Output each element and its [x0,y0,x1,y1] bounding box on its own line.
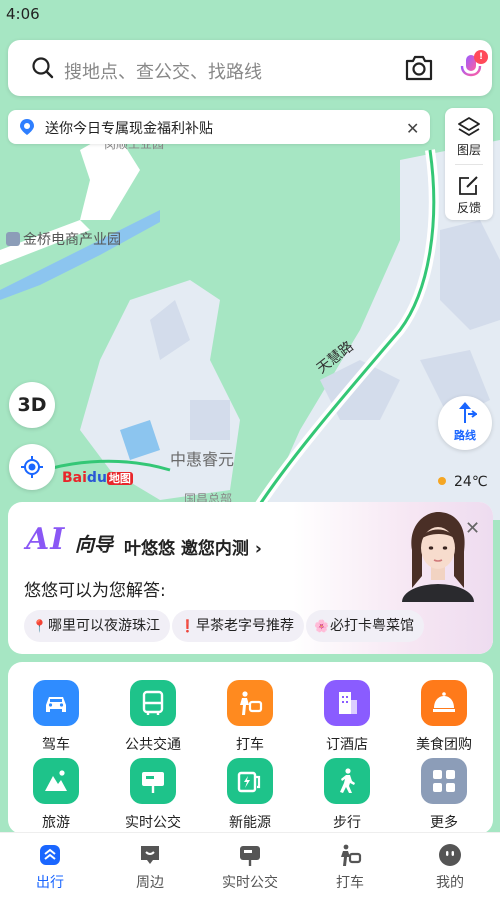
bottom-nav: 出行 周边 实时公交 打车 我的 [0,832,500,897]
ai-question-chip[interactable]: ❗ 早茶老字号推荐 [172,610,304,642]
car-icon [33,680,79,726]
service-walk[interactable]: 步行 [302,758,392,838]
status-time: 4:06 [6,5,40,23]
feedback-button[interactable]: 反馈 [445,166,493,220]
service-hotel[interactable]: 订酒店 [302,680,392,760]
hotel-icon [324,680,370,726]
feedback-edit-icon [459,176,478,195]
camera-icon[interactable] [404,55,434,81]
3d-toggle-button[interactable]: 3D [9,382,55,428]
service-more[interactable]: 更多 [399,758,489,838]
services-grid: 驾车 公共交通 打车 订酒店 美食团购 旅游 实时公交 新能源 步行 更多 [8,662,493,834]
ai-logo: AI [26,522,66,557]
pin-icon: 📍 [32,619,47,633]
profile-icon [439,844,461,866]
service-food-deals[interactable]: 美食团购 [399,680,489,760]
baidu-map-logo: Baidu 地图 [62,470,133,486]
nav-tab-realtime-bus[interactable]: 实时公交 [200,833,300,897]
ai-subtitle: 悠悠可以为您解答: [24,581,166,601]
poi-label-community[interactable]: 中惠睿元 [170,446,234,470]
travel-icon [33,758,79,804]
search-bar[interactable]: 搜地点、查公交、找路线 [8,40,492,96]
route-button[interactable]: 路线 [438,396,492,450]
weather-badge[interactable]: 24℃ [438,474,488,490]
layers-button[interactable]: 图层 [445,108,493,162]
ai-invite-link[interactable]: 叶悠悠 邀您内测 › [124,534,262,559]
locate-button[interactable] [9,444,55,490]
nearby-icon [141,846,159,864]
mic-badge: ! [474,50,488,64]
search-icon [32,57,54,79]
nav-tab-taxi[interactable]: 打车 [300,833,400,897]
location-pin-icon [20,119,34,135]
ev-icon [227,758,273,804]
ai-card-close-icon[interactable]: ✕ [465,518,480,539]
realtime-bus-tab-icon [240,846,260,866]
taxi-tab-icon [341,844,362,866]
service-realtime-bus[interactable]: 实时公交 [108,758,198,838]
service-travel[interactable]: 旅游 [11,758,101,838]
realtime-bus-icon [130,758,176,804]
close-icon[interactable]: ✕ [406,119,419,138]
service-new-energy[interactable]: 新能源 [205,758,295,838]
service-taxi[interactable]: 打车 [205,680,295,760]
service-public-transit[interactable]: 公共交通 [108,680,198,760]
taxi-icon [227,680,273,726]
feedback-label: 反馈 [456,201,481,215]
divider [455,164,483,165]
walk-icon [324,758,370,804]
route-label: 路线 [454,429,476,442]
ai-question-chip[interactable]: 🌸 必打卡粤菜馆 [306,610,424,642]
ai-question-chip[interactable]: 📍 哪里可以夜游珠江 [24,610,170,642]
promo-banner[interactable]: 送你今日专属现金福利补贴 ✕ [8,110,430,144]
layers-label: 图层 [456,143,481,157]
route-arrow-icon [459,402,477,423]
more-icon [421,758,467,804]
locate-icon [21,456,43,478]
poi-label-park[interactable]: 金桥电商产业园 [6,229,121,249]
search-input[interactable]: 搜地点、查公交、找路线 [64,58,262,84]
sun-icon [438,477,446,485]
nav-tab-travel[interactable]: 出行 [0,833,100,897]
map-side-panel: 图层 反馈 [445,108,493,220]
promo-text: 送你今日专属现金福利补贴 [45,121,213,137]
nav-tab-nearby[interactable]: 周边 [100,833,200,897]
food-icon [421,680,467,726]
bus-icon [130,680,176,726]
exclamation-icon: ❗ [180,619,195,633]
flower-icon: 🌸 [314,619,329,633]
ai-guide-title: 向导 [75,534,114,556]
layers-icon [458,117,480,136]
travel-tab-icon [40,845,60,865]
service-drive[interactable]: 驾车 [11,680,101,760]
poi-icon [6,232,20,246]
ai-guide-card[interactable]: AI 向导 叶悠悠 邀您内测 › 悠悠可以为您解答: ✕ 📍 哪里可以夜游珠江 ❗… [8,502,493,654]
nav-tab-mine[interactable]: 我的 [400,833,500,897]
